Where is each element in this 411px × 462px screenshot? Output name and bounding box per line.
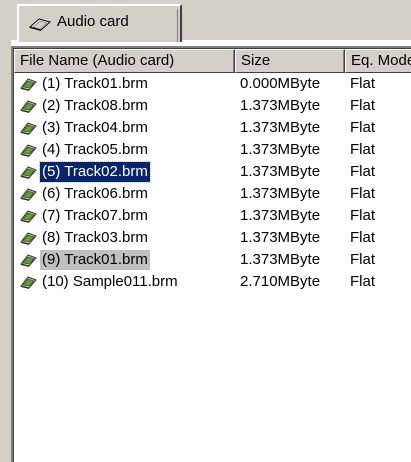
audio-file-icon — [20, 100, 37, 113]
list-item[interactable]: (5) Track02.brm 1.373MByte Flat — [14, 161, 404, 184]
file-name-cell[interactable]: (7) Track07.brm — [19, 206, 150, 226]
eq-mode: Flat — [350, 273, 376, 290]
file-name-cell[interactable]: (10) Sample011.brm — [19, 272, 180, 292]
file-size: 1.373MByte — [240, 163, 321, 180]
file-name-cell[interactable]: (4) Track05.brm — [19, 140, 150, 160]
audio-file-icon — [20, 254, 37, 267]
list-item[interactable]: (6) Track06.brm 1.373MByte Flat — [14, 184, 404, 206]
audio-file-icon — [20, 166, 37, 179]
tab-shadow — [177, 9, 178, 42]
list-item[interactable]: (3) Track04.brm 1.373MByte Flat — [14, 118, 404, 140]
file-name: (9) Track01.brm — [40, 250, 150, 270]
column-header-eq-mode[interactable]: Eq. Mode — [345, 49, 411, 73]
audio-file-icon — [20, 144, 37, 157]
file-size: 0.000MByte — [240, 75, 321, 92]
audio-file-icon — [20, 232, 37, 245]
file-size: 1.373MByte — [240, 207, 321, 224]
eq-mode: Flat — [350, 251, 376, 268]
file-name: (8) Track03.brm — [42, 229, 148, 246]
file-name: (7) Track07.brm — [42, 207, 148, 224]
list-item[interactable]: (8) Track03.brm 1.373MByte Flat — [14, 228, 404, 250]
audio-file-icon — [20, 276, 37, 289]
file-size: 2.710MByte — [240, 273, 321, 290]
list-item[interactable]: (1) Track01.brm 0.000MByte Flat — [14, 74, 404, 96]
file-name-cell[interactable]: (5) Track02.brm — [19, 161, 151, 183]
eq-mode: Flat — [350, 141, 376, 158]
file-name: (3) Track04.brm — [42, 119, 148, 136]
eq-mode: Flat — [350, 119, 376, 136]
audio-file-icon — [20, 78, 37, 91]
file-size: 1.373MByte — [240, 97, 321, 114]
audio-card-icon — [28, 18, 52, 31]
file-list-body: File Name (Audio card) Size Eq. Mode (1)… — [13, 48, 411, 462]
column-header-file-name[interactable]: File Name (Audio card) — [14, 49, 235, 73]
eq-mode: Flat — [350, 229, 376, 246]
list-item[interactable]: (10) Sample011.brm 2.710MByte Flat — [14, 272, 404, 294]
list-item[interactable]: (2) Track08.brm 1.373MByte Flat — [14, 96, 404, 118]
file-name-cell[interactable]: (2) Track08.brm — [19, 96, 150, 116]
eq-mode: Flat — [350, 97, 376, 114]
file-name: (6) Track06.brm — [42, 185, 148, 202]
list-header: File Name (Audio card) Size Eq. Mode — [14, 49, 411, 73]
eq-mode: Flat — [350, 185, 376, 202]
file-name-cell[interactable]: (6) Track06.brm — [19, 184, 150, 204]
file-size: 1.373MByte — [240, 141, 321, 158]
file-name-cell[interactable]: (3) Track04.brm — [19, 118, 150, 138]
column-header-size[interactable]: Size — [235, 49, 345, 73]
audio-file-icon — [20, 188, 37, 201]
file-list[interactable]: File Name (Audio card) Size Eq. Mode (1)… — [11, 46, 411, 462]
eq-mode: Flat — [350, 75, 376, 92]
file-size: 1.373MByte — [240, 119, 321, 136]
list-item[interactable]: (9) Track01.brm 1.373MByte Flat — [14, 250, 404, 272]
list-item[interactable]: (4) Track05.brm 1.373MByte Flat — [14, 140, 404, 162]
file-name-cell[interactable]: (9) Track01.brm — [19, 250, 150, 270]
file-name: (5) Track02.brm — [39, 161, 151, 183]
eq-mode: Flat — [350, 163, 376, 180]
file-size: 1.373MByte — [240, 185, 321, 202]
file-size: 1.373MByte — [240, 251, 321, 268]
file-name: (2) Track08.brm — [42, 97, 148, 114]
tab-audio-card[interactable]: Audio card — [17, 4, 182, 42]
file-name: (10) Sample011.brm — [42, 273, 178, 290]
audio-file-icon — [20, 122, 37, 135]
eq-mode: Flat — [350, 207, 376, 224]
file-name: (1) Track01.brm — [42, 75, 148, 92]
window-edge — [0, 42, 11, 462]
tab-strip-line — [182, 40, 411, 42]
file-name: (4) Track05.brm — [42, 141, 148, 158]
audio-file-icon — [20, 210, 37, 223]
file-name-cell[interactable]: (8) Track03.brm — [19, 228, 150, 248]
file-name-cell[interactable]: (1) Track01.brm — [19, 74, 150, 94]
tab-label: Audio card — [57, 13, 129, 30]
list-item[interactable]: (7) Track07.brm 1.373MByte Flat — [14, 206, 404, 228]
file-size: 1.373MByte — [240, 229, 321, 246]
